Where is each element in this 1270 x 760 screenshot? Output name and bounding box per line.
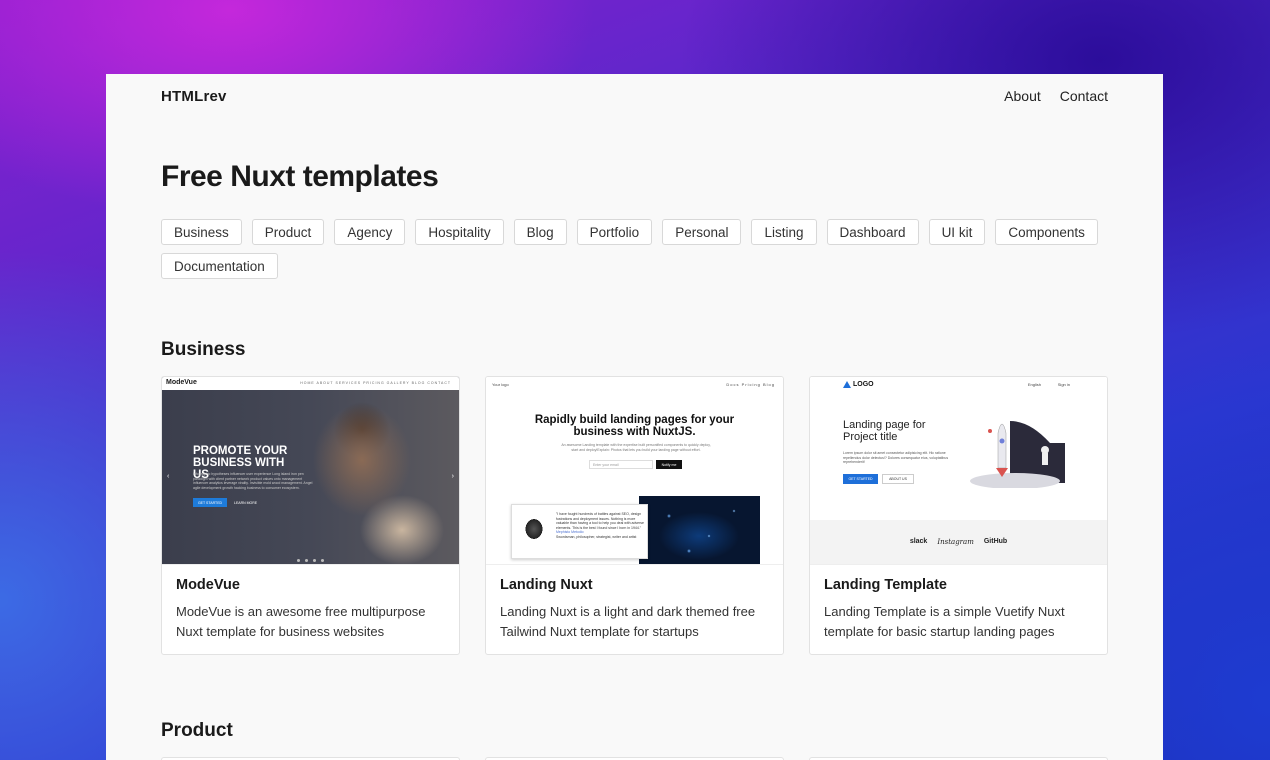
card-description: Landing Nuxt is a light and dark themed …: [500, 604, 756, 639]
tag-business[interactable]: Business: [161, 219, 242, 245]
testimonial-card: "I have fought hundreds of battles again…: [511, 504, 648, 559]
thumb-get-started: GET STARTED: [193, 498, 227, 507]
brand-logos: slack Instagram GitHub: [810, 538, 1107, 546]
category-tags: Business Product Agency Hospitality Blog…: [161, 219, 1111, 279]
thumb-email-input: Enter your email: [589, 460, 653, 469]
tag-hospitality[interactable]: Hospitality: [415, 219, 504, 245]
thumb-notify-button: Notify me: [656, 460, 682, 469]
thumb-menu: Docs Pricing Blog: [726, 382, 775, 387]
thumbnail-modevue[interactable]: ModeVue HOME ABOUT SERVICES PRICING GALL…: [162, 377, 459, 565]
tag-documentation[interactable]: Documentation: [161, 253, 278, 279]
page-container: HTMLrev About Contact Free Nuxt template…: [106, 74, 1163, 760]
nav-link-about[interactable]: About: [1004, 88, 1041, 104]
section-heading-business: Business: [161, 339, 246, 360]
card-description: Landing Template is a simple Vuetify Nux…: [824, 604, 1065, 639]
nav-links: About Contact: [1004, 88, 1108, 104]
template-card-modevue[interactable]: ModeVue HOME ABOUT SERVICES PRICING GALL…: [161, 376, 460, 655]
template-card-landing-nuxt[interactable]: Your logo Docs Pricing Blog Rapidly buil…: [485, 376, 784, 655]
chevron-left-icon: ‹: [167, 473, 170, 480]
thumb-subtext: Lorem ipsum dolor sit amet consectetur a…: [843, 451, 949, 464]
thumb-logo: LOGO: [853, 381, 874, 388]
thumbnail-landing-template[interactable]: LOGO English Sign in Landing page for Pr…: [810, 377, 1107, 565]
thumb-signin: Sign in: [1057, 382, 1070, 387]
thumb-learn-more: LEARN MORE: [234, 501, 258, 505]
nav-link-contact[interactable]: Contact: [1060, 88, 1108, 104]
thumb-logo: ModeVue: [166, 379, 197, 386]
section-heading-product: Product: [161, 720, 233, 741]
network-image: [639, 496, 760, 564]
tag-agency[interactable]: Agency: [334, 219, 406, 245]
thumb-headline: Landing page for Project title: [843, 419, 926, 443]
tag-blog[interactable]: Blog: [513, 219, 567, 245]
thumb-menu: HOME ABOUT SERVICES PRICING GALLERY BLOG…: [300, 381, 451, 385]
tag-product[interactable]: Product: [251, 219, 325, 245]
tag-listing[interactable]: Listing: [751, 219, 817, 245]
card-description: ModeVue is an awesome free multipurpose …: [176, 604, 426, 639]
thumb-brand: Your logo: [492, 382, 509, 387]
portrait-image: [516, 511, 552, 555]
page-title: Free Nuxt templates: [161, 160, 439, 193]
slack-logo: slack: [909, 538, 928, 545]
tag-dashboard[interactable]: Dashboard: [826, 219, 919, 245]
thumb-subtext: An awesome Landing template with the exp…: [561, 443, 711, 452]
github-logo: GitHub: [983, 538, 1008, 545]
thumb-get-started: GET STARTED: [843, 474, 878, 484]
thumb-headline: Rapidly build landing pages for your bus…: [534, 414, 735, 438]
instagram-logo: Instagram: [937, 538, 974, 546]
thumb-language: English: [1027, 382, 1041, 387]
card-title[interactable]: Landing Template: [824, 577, 1093, 593]
thumbnail-landing-nuxt[interactable]: Your logo Docs Pricing Blog Rapidly buil…: [486, 377, 783, 565]
chevron-right-icon: ›: [451, 473, 454, 480]
tag-portfolio[interactable]: Portfolio: [576, 219, 653, 245]
template-card-landing-template[interactable]: LOGO English Sign in Landing page for Pr…: [809, 376, 1108, 655]
top-nav: HTMLrev About Contact: [161, 88, 1108, 110]
logo-triangle-icon: [843, 381, 851, 388]
thumb-body-text: Infographic hypotheses influencer user e…: [193, 472, 313, 490]
tag-components[interactable]: Components: [995, 219, 1098, 245]
brand-logo[interactable]: HTMLrev: [161, 88, 227, 105]
card-title[interactable]: ModeVue: [176, 577, 445, 593]
thumb-about-us: ABOUT US: [882, 474, 914, 484]
testimonial-text: "I have fought hundreds of battles again…: [556, 512, 644, 539]
rocket-illustration: [970, 421, 1065, 488]
tag-ui-kit[interactable]: UI kit: [928, 219, 986, 245]
carousel-dots: [297, 559, 324, 562]
business-cards: ModeVue HOME ABOUT SERVICES PRICING GALL…: [161, 376, 1108, 655]
tag-personal[interactable]: Personal: [662, 219, 742, 245]
card-title[interactable]: Landing Nuxt: [500, 577, 769, 593]
